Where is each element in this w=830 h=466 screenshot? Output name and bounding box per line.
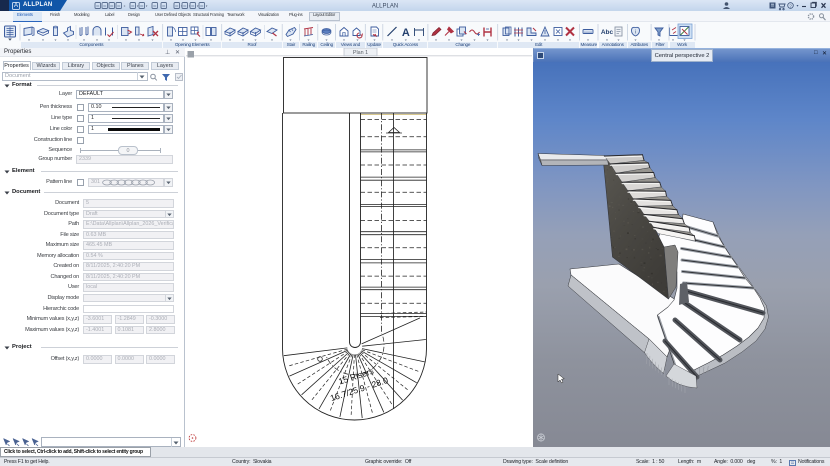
svg-text:ALLPLAN: ALLPLAN <box>372 4 398 10</box>
svg-text:Plan 1: Plan 1 <box>353 50 368 56</box>
svg-text:Abc: Abc <box>601 29 614 36</box>
svg-text:A: A <box>402 27 410 39</box>
svg-text:i: i <box>635 30 636 36</box>
